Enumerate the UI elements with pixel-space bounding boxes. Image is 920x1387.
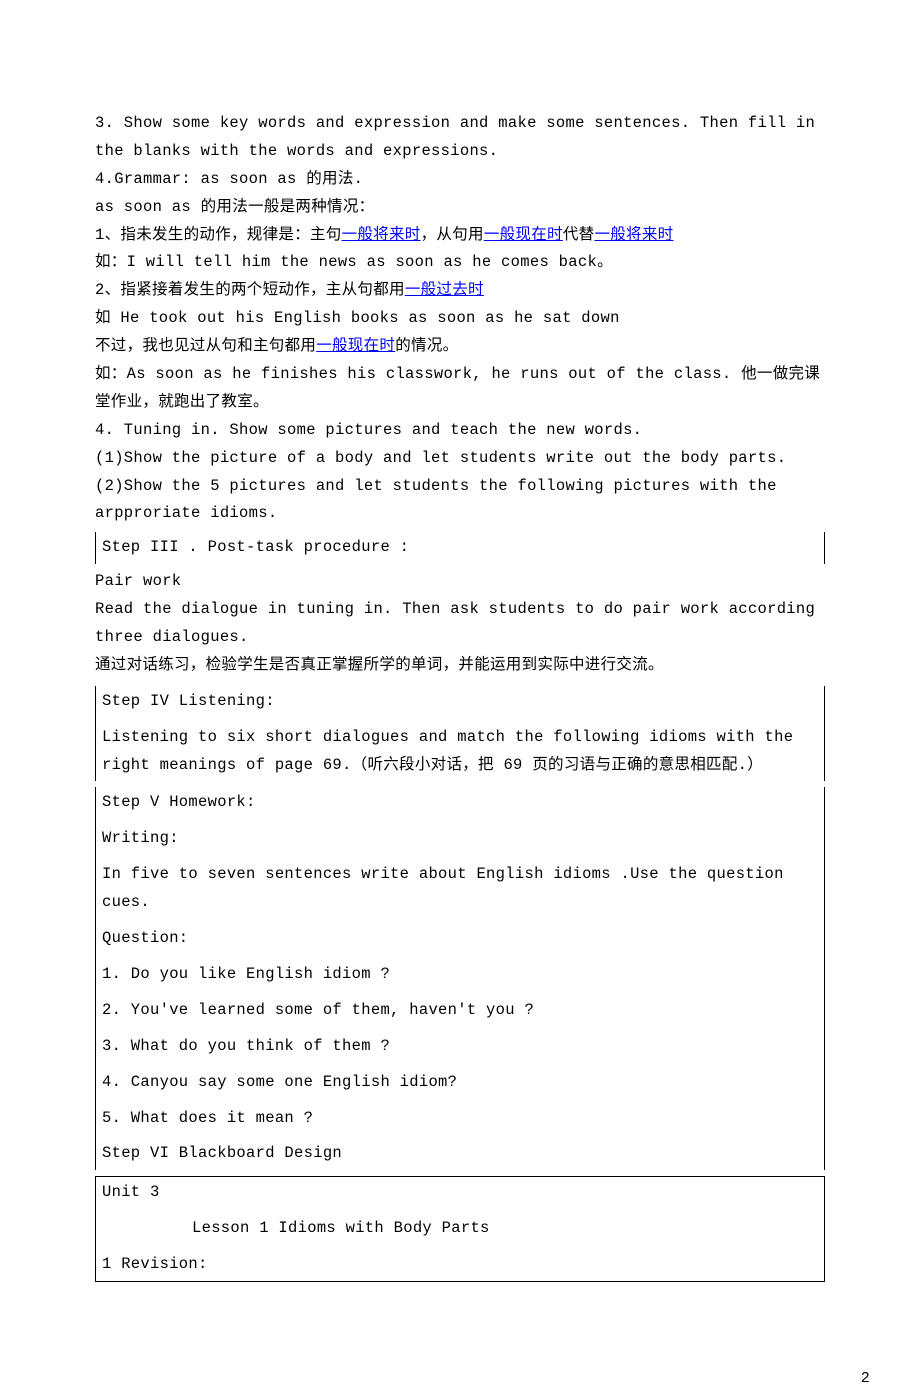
paragraph-11: 如：As soon as he finishes his classwork, … bbox=[95, 361, 825, 417]
text-fragment: 1、指未发生的动作，规律是：主句 bbox=[95, 226, 342, 244]
question-3: 3. What do you think of them ? bbox=[102, 1033, 818, 1061]
paragraph-3: 3. Show some key words and expression an… bbox=[95, 110, 825, 166]
paragraph-8: 2、指紧接着发生的两个短动作，主从句都用一般过去时 bbox=[95, 277, 825, 305]
step4-box: Step IV Listening: Listening to six shor… bbox=[95, 686, 825, 782]
step6-heading: Step VI Blackboard Design bbox=[102, 1140, 818, 1168]
paragraph-17: 通过对话练习，检验学生是否真正掌握所学的单词，并能运用到实际中进行交流。 bbox=[95, 652, 825, 680]
paragraph-6: 1、指未发生的动作，规律是：主句一般将来时，从句用一般现在时代替一般将来时 bbox=[95, 222, 825, 250]
paragraph-4-grammar: 4.Grammar: as soon as 的用法. bbox=[95, 166, 825, 194]
bb-revision: 1 Revision: bbox=[102, 1251, 818, 1279]
paragraph-15-pairwork: Pair work bbox=[95, 568, 825, 596]
question-4: 4. Canyou say some one English idiom? bbox=[102, 1069, 818, 1097]
link-present-tense[interactable]: 一般现在时 bbox=[484, 226, 563, 244]
paragraph-9: 如 He took out his English books as soon … bbox=[95, 305, 825, 333]
paragraph-19-writing: Writing: bbox=[102, 825, 818, 853]
bb-unit: Unit 3 bbox=[102, 1179, 818, 1207]
paragraph-20: In five to seven sentences write about E… bbox=[102, 861, 818, 917]
bb-lesson: Lesson 1 Idioms with Body Parts bbox=[102, 1215, 818, 1243]
step3-heading: Step III . Post-task procedure : bbox=[102, 538, 409, 556]
blackboard-design-box: Unit 3 Lesson 1 Idioms with Body Parts 1… bbox=[95, 1176, 825, 1282]
paragraph-10: 不过，我也见过从句和主句都用一般现在时的情况。 bbox=[95, 333, 825, 361]
question-5: 5. What does it mean ? bbox=[102, 1105, 818, 1133]
paragraph-13: (1)Show the picture of a body and let st… bbox=[95, 445, 825, 473]
paragraph-5: as soon as 的用法一般是两种情况： bbox=[95, 194, 825, 222]
question-2: 2. You've learned some of them, haven't … bbox=[102, 997, 818, 1025]
text-fragment: ，从句用 bbox=[421, 226, 484, 244]
text-fragment: 2、指紧接着发生的两个短动作，主从句都用 bbox=[95, 281, 405, 299]
paragraph-7: 如：I will tell him the news as soon as he… bbox=[95, 249, 825, 277]
paragraph-12: 4. Tuning in. Show some pictures and tea… bbox=[95, 417, 825, 445]
step3-box: Step III . Post-task procedure : bbox=[95, 532, 825, 564]
text-fragment: 代替 bbox=[563, 226, 595, 244]
step5-box: Step V Homework: Writing: In five to sev… bbox=[95, 787, 825, 1170]
link-past-tense[interactable]: 一般过去时 bbox=[405, 281, 484, 299]
document-page: 3. Show some key words and expression an… bbox=[0, 0, 920, 1342]
link-future-tense-2[interactable]: 一般将来时 bbox=[594, 226, 673, 244]
paragraph-21-question: Question: bbox=[102, 925, 818, 953]
paragraph-18: Listening to six short dialogues and mat… bbox=[102, 724, 818, 780]
text-fragment: 的情况。 bbox=[395, 337, 458, 355]
paragraph-16: Read the dialogue in tuning in. Then ask… bbox=[95, 596, 825, 652]
link-future-tense[interactable]: 一般将来时 bbox=[342, 226, 421, 244]
text-fragment: 不过，我也见过从句和主句都用 bbox=[95, 337, 316, 355]
paragraph-14: (2)Show the 5 pictures and let students … bbox=[95, 473, 825, 529]
step5-heading: Step V Homework: bbox=[102, 789, 818, 817]
question-1: 1. Do you like English idiom ? bbox=[102, 961, 818, 989]
step4-heading: Step IV Listening: bbox=[102, 688, 818, 716]
link-present-tense-2[interactable]: 一般现在时 bbox=[316, 337, 395, 355]
page-number: 2 bbox=[0, 1342, 920, 1387]
